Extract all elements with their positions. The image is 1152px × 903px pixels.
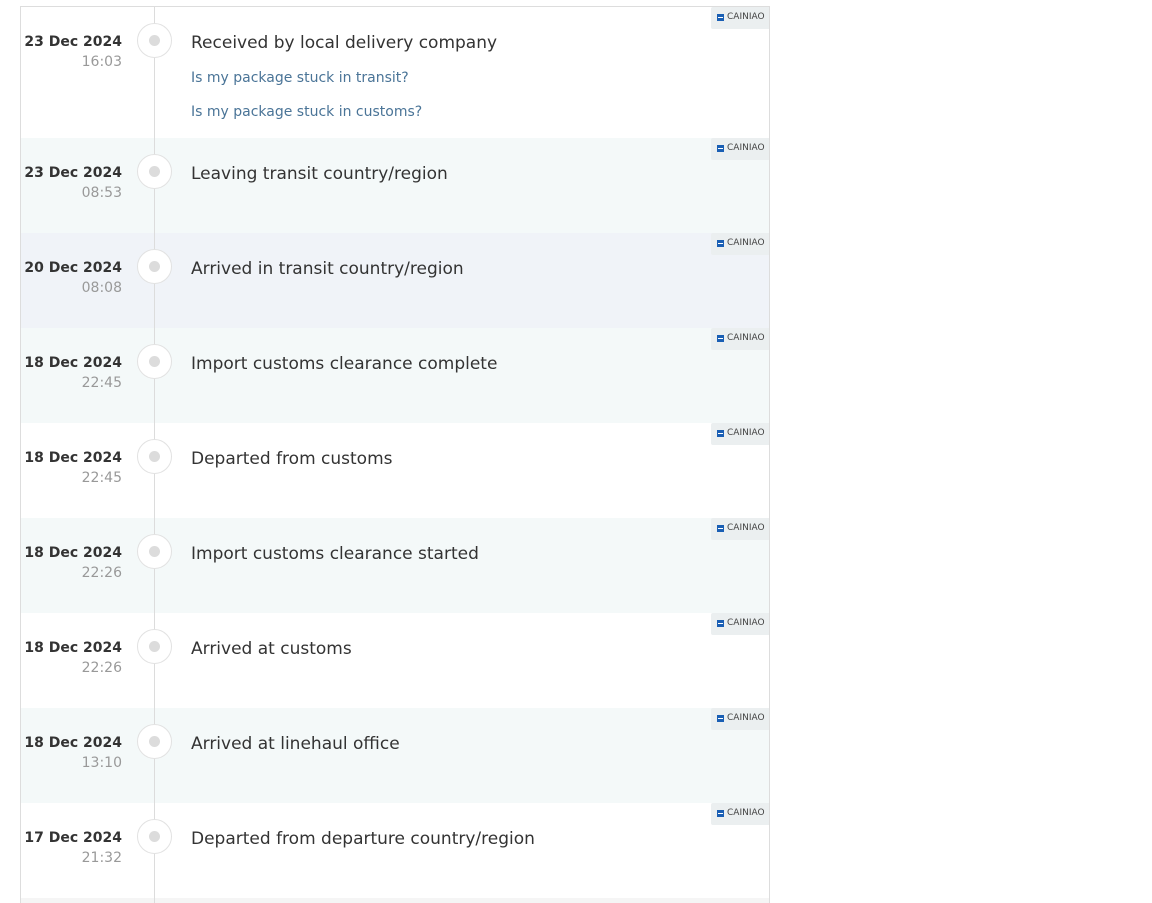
carrier-badge: CAINIAO: [711, 328, 769, 350]
event-time: 08:08: [81, 280, 122, 296]
timeline-dot-icon: [137, 629, 172, 664]
cainiao-logo-icon: [717, 810, 724, 817]
timeline-dot-icon: [137, 724, 172, 759]
event-date: 18 Dec 2024: [24, 355, 122, 371]
carrier-badge: CAINIAO: [711, 7, 769, 29]
event-time: 22:45: [81, 375, 122, 391]
event-time: 08:53: [81, 185, 122, 201]
event-status: Import customs clearance started: [191, 544, 479, 564]
carrier-name: CAINIAO: [727, 12, 765, 22]
timeline-event: 18 Dec 2024 13:10 Arrived at linehaul of…: [21, 708, 769, 803]
cainiao-logo-icon: [717, 715, 724, 722]
event-status: Leaving transit country/region: [191, 164, 448, 184]
cainiao-logo-icon: [717, 335, 724, 342]
cainiao-logo-icon: [717, 14, 724, 21]
carrier-name: CAINIAO: [727, 713, 765, 723]
carrier-name: CAINIAO: [727, 523, 765, 533]
timeline-event: 18 Dec 2024 22:26 Arrived at customs CAI…: [21, 613, 769, 708]
timeline-event: 20 Dec 2024 08:08 Arrived in transit cou…: [21, 233, 769, 328]
cainiao-logo-icon: [717, 430, 724, 437]
carrier-name: CAINIAO: [727, 143, 765, 153]
event-date: 23 Dec 2024: [24, 165, 122, 181]
event-status: Departed from customs: [191, 449, 393, 469]
carrier-badge: CAINIAO: [711, 708, 769, 730]
event-date: 18 Dec 2024: [24, 735, 122, 751]
cainiao-logo-icon: [717, 240, 724, 247]
event-time: 22:26: [81, 565, 122, 581]
cainiao-logo-icon: [717, 620, 724, 627]
timeline-event: 18 Dec 2024 22:45 Departed from customs …: [21, 423, 769, 518]
timeline-dot-icon: [137, 534, 172, 569]
carrier-badge: CAINIAO: [711, 803, 769, 825]
timeline-event: 23 Dec 2024 16:03 Received by local deli…: [21, 7, 769, 138]
carrier-badge: CAINIAO: [711, 518, 769, 540]
event-date: 23 Dec 2024: [24, 34, 122, 50]
carrier-name: CAINIAO: [727, 333, 765, 343]
event-status: Received by local delivery company: [191, 33, 498, 53]
timeline-dot-icon: [137, 344, 172, 379]
event-time: 22:45: [81, 470, 122, 486]
tracking-timeline: 23 Dec 2024 16:03 Received by local deli…: [20, 6, 770, 903]
carrier-badge: CAINIAO: [711, 138, 769, 160]
carrier-name: CAINIAO: [727, 428, 765, 438]
timeline-dot-icon: [137, 249, 172, 284]
event-time: 22:26: [81, 660, 122, 676]
carrier-name: CAINIAO: [727, 238, 765, 248]
event-time: 16:03: [81, 54, 122, 70]
timeline-event: 23 Dec 2024 08:53 Leaving transit countr…: [21, 138, 769, 233]
carrier-badge: CAINIAO: [711, 233, 769, 255]
carrier-name: CAINIAO: [727, 808, 765, 818]
timeline-dot-icon: [137, 23, 172, 58]
event-status: Arrived in transit country/region: [191, 259, 464, 279]
event-status: Arrived at customs: [191, 639, 352, 659]
event-status: Import customs clearance complete: [191, 354, 498, 374]
event-status: Departed from departure country/region: [191, 829, 535, 849]
timeline-event: 18 Dec 2024 22:45 Import customs clearan…: [21, 328, 769, 423]
event-time: 13:10: [81, 755, 122, 771]
stuck-in-transit-link[interactable]: Is my package stuck in transit?: [191, 70, 409, 86]
carrier-name: CAINIAO: [727, 618, 765, 628]
timeline-dot-icon: [137, 439, 172, 474]
carrier-badge: CAINIAO: [711, 613, 769, 635]
event-date: 18 Dec 2024: [24, 545, 122, 561]
cainiao-logo-icon: [717, 145, 724, 152]
carrier-badge: CAINIAO: [711, 423, 769, 445]
event-date: 20 Dec 2024: [24, 260, 122, 276]
event-date: 17 Dec 2024: [24, 830, 122, 846]
timeline-event: 18 Dec 2024 22:26 Import customs clearan…: [21, 518, 769, 613]
event-date: 18 Dec 2024: [24, 640, 122, 656]
event-date: 18 Dec 2024: [24, 450, 122, 466]
cainiao-logo-icon: [717, 525, 724, 532]
event-time: 21:32: [81, 850, 122, 866]
timeline-event-partial: [21, 898, 769, 903]
stuck-in-customs-link[interactable]: Is my package stuck in customs?: [191, 104, 422, 120]
timeline-dot-icon: [137, 154, 172, 189]
timeline-dot-icon: [137, 819, 172, 854]
timeline-event: 17 Dec 2024 21:32 Departed from departur…: [21, 803, 769, 898]
event-status: Arrived at linehaul office: [191, 734, 400, 754]
